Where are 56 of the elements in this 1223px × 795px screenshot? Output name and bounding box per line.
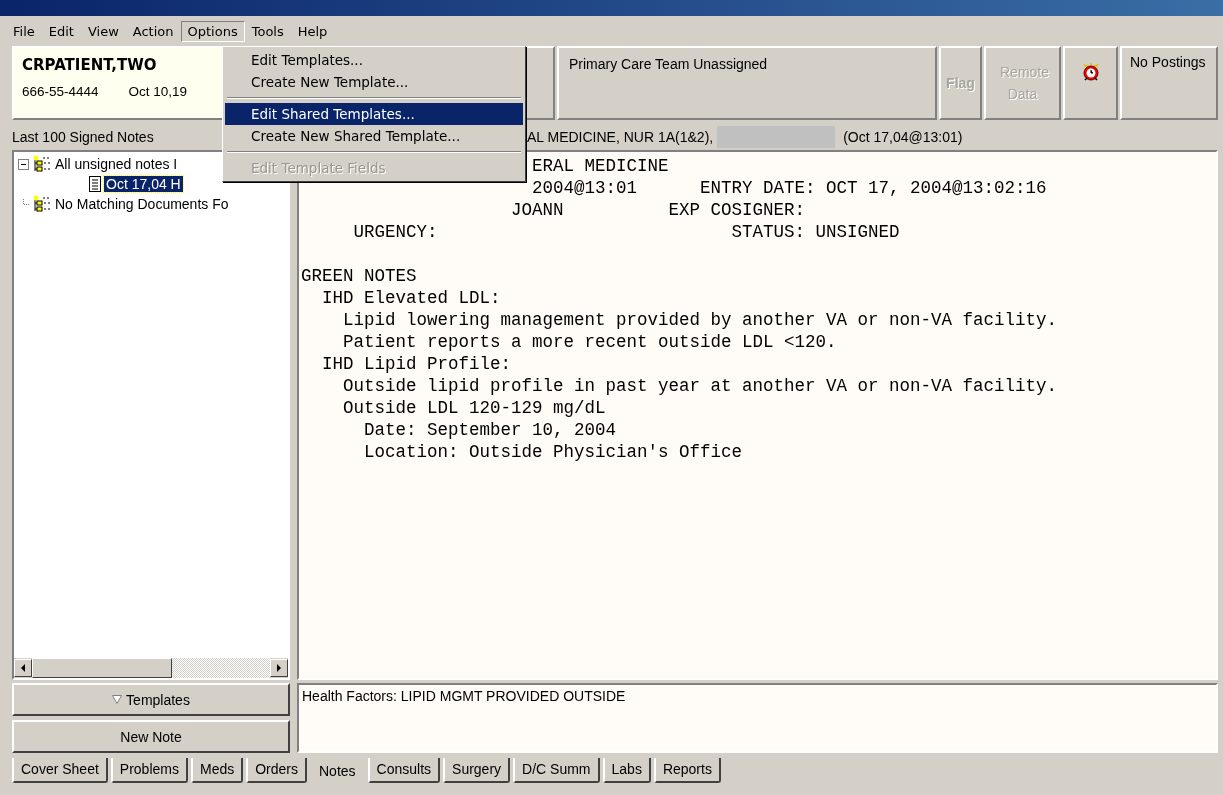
note-line: IHD Elevated LDL: — [322, 287, 501, 309]
patient-dob: Oct 10,19 — [128, 84, 188, 99]
document-icon — [88, 176, 102, 192]
note-line: IHD Lipid Profile: — [322, 353, 512, 375]
tab[interactable]: Reports — [653, 758, 721, 783]
alerts-button[interactable] — [1063, 46, 1118, 120]
tab[interactable]: Labs — [602, 758, 651, 783]
scroll-left-button[interactable] — [14, 659, 32, 677]
note-line: Date: September 10, 2004 — [364, 419, 617, 441]
tree-folder-icon — [31, 195, 51, 213]
tab[interactable]: Orders — [246, 758, 307, 783]
note-line: JOANN EXP COSIGNER: — [511, 199, 806, 221]
postings-button[interactable]: No Postings — [1120, 46, 1218, 120]
alarm-clock-icon — [1080, 62, 1101, 82]
tab[interactable]: Meds — [190, 758, 244, 783]
scroll-thumb[interactable] — [32, 658, 172, 678]
tree-item[interactable]: Oct 17,04 H — [104, 176, 183, 192]
menu-bar-item[interactable]: Help — [290, 20, 335, 42]
menu-item[interactable]: Create New Shared Template... — [225, 125, 523, 147]
note-line: Location: Outside Physician's Office — [364, 441, 743, 463]
tab[interactable]: Surgery — [443, 758, 511, 783]
note-line: Outside lipid profile in past year at another VA or non-VA facility. — [343, 375, 1058, 397]
tab[interactable]: Problems — [110, 758, 188, 783]
note-line: Patient reports a more recent outside LDL <120. — [343, 331, 837, 353]
tab[interactable]: D/C Summ — [513, 758, 600, 783]
menu-bar-item[interactable]: Edit — [41, 20, 81, 42]
note-date: (Oct 17,04@13:01) — [843, 129, 963, 145]
tree-folder-icon — [31, 155, 51, 173]
note-line: Outside LDL 120-129 mg/dL — [343, 397, 606, 419]
left-arrow-icon — [20, 664, 26, 672]
note-line: GREEN NOTES — [301, 265, 417, 287]
menu-bar-item[interactable]: Options — [180, 20, 245, 42]
health-factors-text: Health Factors: LIPID MGMT PROVIDED OUTSIDE — [302, 688, 626, 704]
triangle-down-icon — [112, 695, 123, 704]
menu-bar-item[interactable]: View — [80, 20, 126, 42]
tree-item[interactable]: No Matching Documents Fo — [53, 196, 231, 212]
menu-item[interactable]: Edit Shared Templates... — [225, 103, 523, 125]
menu-bar-item[interactable]: Action — [125, 20, 181, 42]
note-line: Lipid lowering management provided by another VA or non-VA facility. — [343, 309, 1058, 331]
tab[interactable]: Consults — [367, 758, 441, 783]
note-line: ERAL MEDICINE — [532, 155, 669, 177]
templates-button[interactable]: Templates — [12, 683, 290, 716]
tab[interactable]: Cover Sheet — [12, 758, 108, 783]
patient-ssn: 666-55-4444 — [22, 84, 99, 99]
scroll-right-button[interactable] — [270, 659, 288, 677]
tree-item[interactable]: All unsigned notes I — [53, 156, 180, 172]
notes-list-title: Last 100 Signed Notes — [12, 128, 154, 147]
note-line: 2004@13:01 ENTRY DATE: OCT 17, 2004@13:02:16 — [532, 177, 1047, 199]
menu-bar-item[interactable]: Tools — [244, 20, 291, 42]
note-title: AL MEDICINE, NUR 1A(1&2), — [527, 129, 714, 145]
note-line: URGENCY: STATUS: UNSIGNED — [353, 221, 900, 243]
care-team-button[interactable]: Primary Care Team Unassigned — [557, 46, 937, 120]
patient-name: CRPATIENT,TWO — [22, 56, 157, 74]
right-arrow-icon — [276, 664, 282, 672]
menu-bar-item[interactable]: File — [6, 20, 42, 42]
new-note-button[interactable]: New Note — [12, 720, 290, 753]
